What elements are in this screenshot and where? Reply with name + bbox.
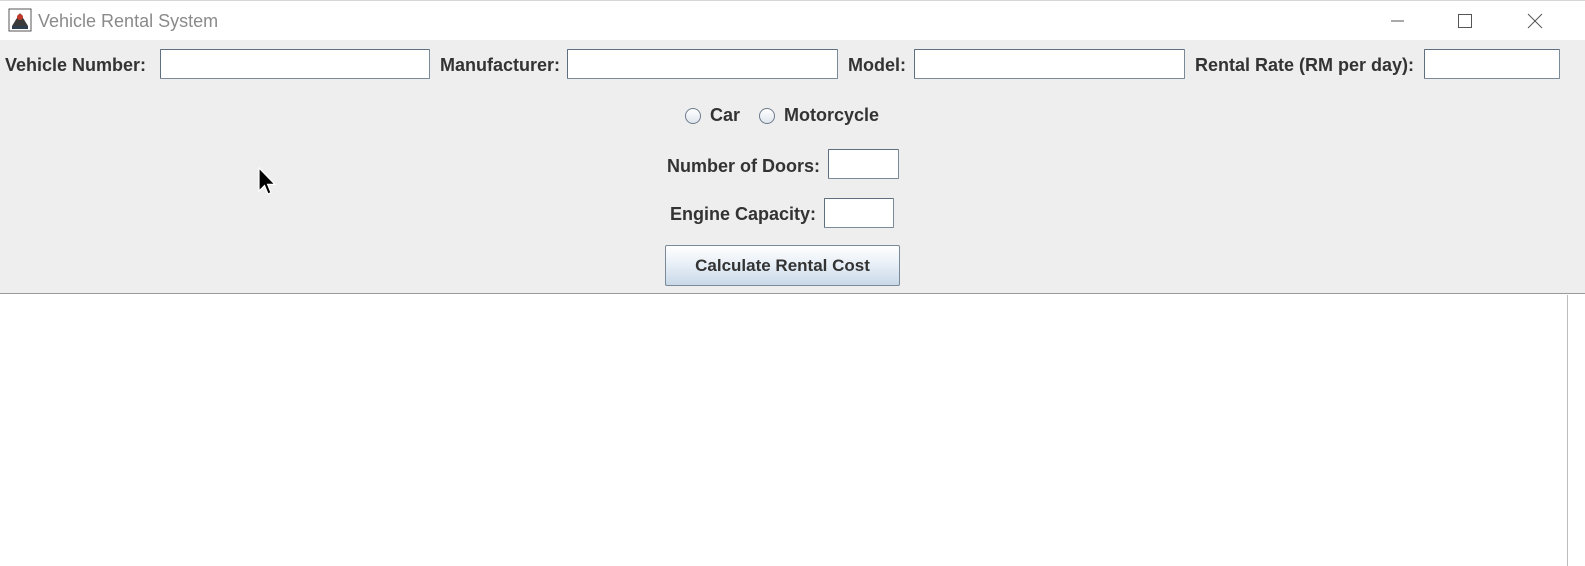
close-icon xyxy=(1527,13,1543,29)
model-label: Model: xyxy=(848,55,906,75)
motorcycle-radio[interactable]: Motorcycle xyxy=(759,105,879,126)
rental-rate-label: Rental Rate (RM per day): xyxy=(1195,55,1415,75)
car-radio-label: Car xyxy=(710,105,741,125)
motorcycle-radio-label: Motorcycle xyxy=(784,105,880,125)
maximize-icon xyxy=(1457,13,1473,29)
close-button[interactable] xyxy=(1512,1,1558,41)
manufacturer-label: Manufacturer: xyxy=(440,55,561,75)
input-panel: Vehicle Number: Manufacturer: Model: Ren… xyxy=(0,40,1585,294)
radio-button-icon[interactable] xyxy=(685,107,701,124)
vehicle-number-field[interactable] xyxy=(160,49,430,79)
rental-rate-field[interactable] xyxy=(1424,49,1560,79)
minimize-icon xyxy=(1389,13,1405,29)
minimize-button[interactable] xyxy=(1374,1,1420,41)
title-bar: Vehicle Rental System xyxy=(0,0,1585,40)
calculate-rental-cost-button[interactable]: Calculate Rental Cost xyxy=(665,245,900,286)
model-field[interactable] xyxy=(914,49,1185,79)
java-icon[interactable] xyxy=(8,8,32,32)
result-text-area[interactable] xyxy=(0,295,1568,566)
vehicle-number-label: Vehicle Number: xyxy=(5,55,147,75)
number-of-doors-label: Number of Doors: xyxy=(667,156,820,176)
engine-capacity-field[interactable] xyxy=(824,198,894,228)
number-of-doors-field[interactable] xyxy=(828,149,899,179)
manufacturer-field[interactable] xyxy=(567,49,838,79)
engine-capacity-label: Engine Capacity: xyxy=(670,204,817,224)
radio-button-icon[interactable] xyxy=(759,107,775,124)
car-radio[interactable]: Car xyxy=(685,105,740,126)
maximize-button[interactable] xyxy=(1442,1,1488,41)
window-title: Vehicle Rental System xyxy=(38,11,219,31)
mouse-pointer-icon xyxy=(257,166,277,197)
